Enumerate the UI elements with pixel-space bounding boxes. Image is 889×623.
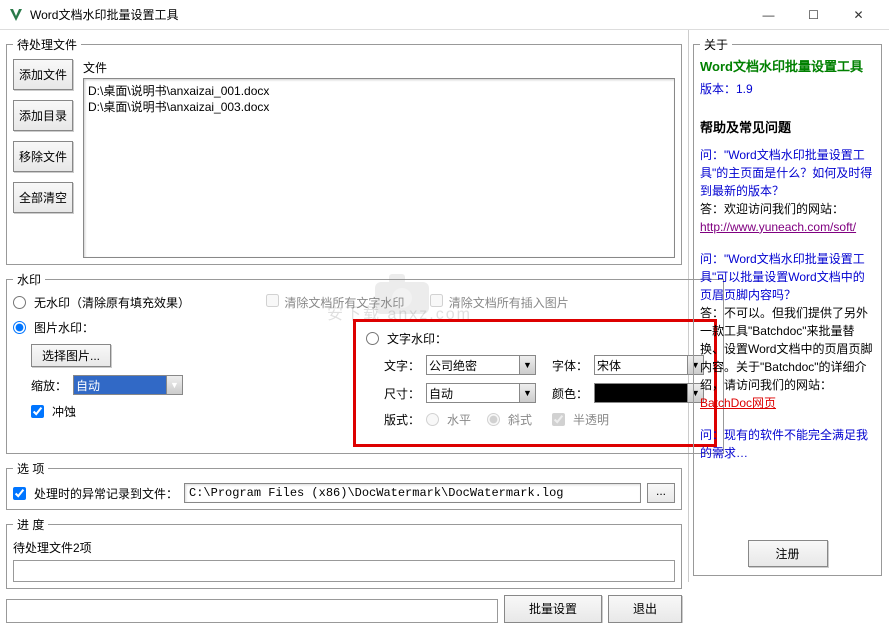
color-combo[interactable]: ▼	[594, 383, 704, 403]
about-version: 版本：1.9	[700, 80, 875, 97]
close-button[interactable]: ✕	[836, 1, 881, 29]
semitrans-check	[552, 413, 565, 426]
clear-text-check	[266, 294, 279, 307]
maximize-button[interactable]: ☐	[791, 1, 836, 29]
layout-h-radio	[426, 413, 439, 426]
chevron-down-icon: ▼	[519, 384, 535, 402]
progress-status: 待处理文件2项	[13, 539, 675, 556]
layout-d-radio	[487, 413, 500, 426]
washout-check[interactable]	[31, 405, 44, 418]
exit-button[interactable]: 退出	[608, 595, 682, 623]
log-check[interactable]	[13, 487, 26, 500]
window-title: Word文档水印批量设置工具	[30, 6, 746, 23]
app-icon	[8, 7, 24, 23]
clear-img-check	[430, 294, 443, 307]
register-button[interactable]: 注册	[748, 540, 828, 567]
watermark-panel: 水印 安下载 anxz.com 无水印（清除原有填充效果） 清除文档所有文字水印…	[6, 271, 724, 454]
clear-all-button[interactable]: 全部清空	[13, 182, 73, 213]
about-title: Word文档水印批量设置工具	[700, 59, 875, 76]
scale-combo[interactable]: 自动 ▼	[73, 375, 183, 395]
remove-file-button[interactable]: 移除文件	[13, 141, 73, 172]
text-watermark-radio[interactable]	[366, 332, 379, 345]
help-q1: 问："Word文档水印批量设置工具"的主页面是什么？如何及时得到最新的版本？	[700, 146, 875, 200]
about-panel: 关于 Word文档水印批量设置工具 版本：1.9 帮助及常见问题 问："Word…	[693, 36, 882, 576]
list-item[interactable]: D:\桌面\说明书\anxaizai_001.docx	[88, 83, 670, 99]
about-legend: 关于	[700, 36, 732, 53]
list-item[interactable]: D:\桌面\说明书\anxaizai_003.docx	[88, 99, 670, 115]
washout-label: 冲蚀	[52, 403, 76, 420]
help-q3: 问：现有的软件不能完全满足我的需求…	[700, 426, 875, 462]
titlebar: Word文档水印批量设置工具 — ☐ ✕	[0, 0, 889, 30]
batch-button[interactable]: 批量设置	[504, 595, 602, 623]
pic-watermark-label: 图片水印：	[34, 319, 94, 336]
text-combo[interactable]: 公司绝密▼	[426, 355, 536, 375]
no-watermark-radio[interactable]	[13, 296, 26, 309]
watermark-legend: 水印	[13, 271, 45, 288]
progress-panel: 进 度 待处理文件2项	[6, 516, 682, 589]
status-bar	[6, 599, 498, 623]
chevron-down-icon: ▼	[519, 356, 535, 374]
log-path-input[interactable]	[184, 483, 641, 503]
add-file-button[interactable]: 添加文件	[13, 59, 73, 90]
text-watermark-group: 文字水印： 文字： 公司绝密▼ 字体： 宋体▼ 尺寸： 自动▼ 颜色： ▼	[353, 319, 717, 447]
file-list[interactable]: D:\桌面\说明书\anxaizai_001.docx D:\桌面\说明书\an…	[83, 78, 675, 258]
pic-watermark-radio[interactable]	[13, 321, 26, 334]
help-link-2[interactable]: BatchDoc网页	[700, 396, 776, 410]
help-title: 帮助及常见问题	[700, 117, 875, 136]
font-combo[interactable]: 宋体▼	[594, 355, 704, 375]
browse-button[interactable]: ...	[647, 483, 675, 503]
no-watermark-label: 无水印（清除原有填充效果）	[34, 294, 190, 311]
help-a2: 答：不可以。但我们提供了另外一款工具"Batchdoc"来批量替换、设置Word…	[700, 304, 875, 412]
log-label: 处理时的异常记录到文件：	[34, 485, 178, 502]
help-q2: 问："Word文档水印批量设置工具"可以批量设置Word文档中的页眉页脚内容吗？	[700, 250, 875, 304]
options-legend: 选 项	[13, 460, 48, 477]
size-combo[interactable]: 自动▼	[426, 383, 536, 403]
options-panel: 选 项 处理时的异常记录到文件： ...	[6, 460, 682, 510]
minimize-button[interactable]: —	[746, 1, 791, 29]
select-pic-button[interactable]: 选择图片...	[31, 344, 111, 367]
text-watermark-label: 文字水印：	[387, 330, 447, 347]
progress-legend: 进 度	[13, 516, 48, 533]
scale-label: 缩放：	[31, 377, 67, 394]
chevron-down-icon: ▼	[166, 376, 182, 394]
help-link-1[interactable]: http://www.yuneach.com/soft/	[700, 220, 856, 234]
files-panel: 待处理文件 添加文件 添加目录 移除文件 全部清空 文件 D:\桌面\说明书\a…	[6, 36, 682, 265]
files-legend: 待处理文件	[13, 36, 81, 53]
progress-bar	[13, 560, 675, 582]
file-label: 文件	[83, 59, 675, 76]
add-dir-button[interactable]: 添加目录	[13, 100, 73, 131]
